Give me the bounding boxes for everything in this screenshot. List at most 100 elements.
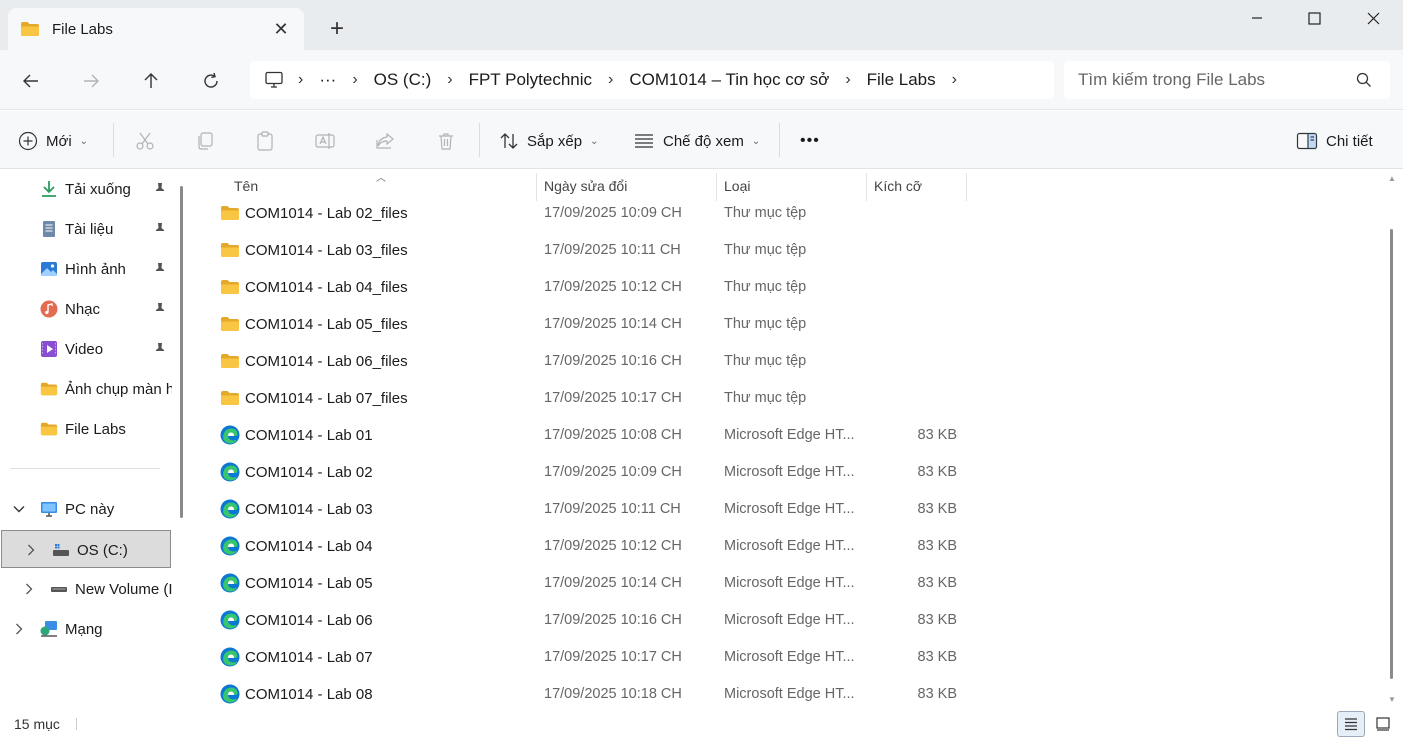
pin-icon[interactable] — [153, 262, 167, 276]
arrow-up-icon — [144, 73, 158, 88]
nav-item-network[interactable]: Mạng — [0, 610, 172, 648]
view-button[interactable]: Chế độ xem ⌄ — [633, 127, 760, 155]
pin-icon[interactable] — [153, 342, 167, 356]
scroll-up-arrow[interactable]: ▲ — [1388, 174, 1396, 183]
scroll-down-arrow[interactable]: ▼ — [1388, 695, 1396, 704]
delete-button[interactable] — [436, 127, 456, 155]
tab-file-labs[interactable]: File Labs ✕ — [8, 8, 304, 50]
file-row[interactable]: COM1014 - Lab 01 17/09/2025 10:08 CH Micro… — [192, 417, 972, 454]
back-button[interactable] — [16, 66, 46, 96]
new-tab-button[interactable]: + — [326, 17, 348, 41]
file-row[interactable]: COM1014 - Lab 02 17/09/2025 10:09 CH Micro… — [192, 454, 972, 491]
chevron-right-icon: › — [608, 71, 614, 88]
search-input[interactable] — [1078, 70, 1348, 90]
file-row[interactable]: COM1014 - Lab 03_files 17/09/2025 10:11 C… — [192, 232, 972, 269]
download-icon — [42, 181, 56, 197]
breadcrumb-fpt[interactable]: FPT Polytechnic — [461, 70, 600, 90]
search-box[interactable] — [1064, 61, 1390, 99]
nav-item-new-volume[interactable]: New Volume (I — [0, 570, 172, 608]
folder-icon — [221, 280, 239, 294]
pin-icon[interactable] — [153, 302, 167, 316]
nav-item-pictures[interactable]: Hình ảnh — [0, 250, 172, 288]
chevron-right-icon[interactable] — [24, 543, 38, 557]
command-bar: Mới ⌄ Sắp xếp ⌄ Chế độ xem ⌄ ••• Chi tiế… — [0, 111, 1403, 169]
file-row[interactable]: COM1014 - Lab 07_files 17/09/2025 10:17 C… — [192, 380, 972, 417]
divider — [113, 123, 114, 157]
folder-icon — [221, 243, 239, 257]
minimize-button[interactable] — [1228, 0, 1286, 36]
sort-button[interactable]: Sắp xếp ⌄ — [499, 127, 598, 155]
file-row[interactable]: COM1014 - Lab 06 17/09/2025 10:16 CH Micro… — [192, 602, 972, 639]
nav-item-screenshots[interactable]: Ảnh chụp màn h — [0, 370, 172, 408]
share-button[interactable] — [375, 127, 395, 155]
tab-title: File Labs — [52, 20, 113, 38]
cut-button[interactable] — [135, 127, 155, 155]
breadcrumb-drive[interactable]: OS (C:) — [366, 70, 440, 90]
chevron-right-icon[interactable]: › — [944, 71, 965, 89]
large-icons-view-button[interactable] — [1369, 711, 1397, 737]
view-label: Chế độ xem — [663, 132, 744, 150]
chevron-right-icon[interactable] — [22, 582, 36, 596]
nav-item-documents[interactable]: Tài liệu — [0, 210, 172, 248]
new-button[interactable]: Mới ⌄ — [18, 127, 88, 155]
navpane-scrollbar[interactable] — [180, 186, 183, 518]
nav-item-music[interactable]: Nhạc — [0, 290, 172, 328]
chevron-down-icon[interactable] — [12, 502, 26, 516]
file-name: COM1014 - Lab 05 — [245, 575, 373, 592]
file-type: Thư mục tệp — [724, 279, 807, 295]
copy-button[interactable] — [195, 127, 215, 155]
file-row[interactable]: COM1014 - Lab 06_files 17/09/2025 10:16 C… — [192, 343, 972, 380]
breadcrumb-more[interactable]: ··· — [311, 70, 344, 90]
pin-icon[interactable] — [153, 182, 167, 196]
divider — [779, 123, 780, 157]
nav-item-downloads[interactable]: Tải xuống — [0, 170, 172, 208]
more-options-button[interactable]: ••• — [800, 127, 820, 155]
paste-button[interactable] — [255, 127, 275, 155]
file-date: 17/09/2025 10:12 CH — [544, 538, 682, 554]
column-label: Tên — [234, 178, 259, 194]
file-size: 83 KB — [917, 427, 958, 443]
forward-button[interactable] — [76, 66, 106, 96]
tab-close-icon[interactable]: ✕ — [272, 20, 290, 38]
file-row[interactable]: COM1014 - Lab 05 17/09/2025 10:14 CH Micro… — [192, 565, 972, 602]
new-label: Mới — [46, 132, 72, 150]
file-row[interactable]: COM1014 - Lab 07 17/09/2025 10:17 CH Micro… — [192, 639, 972, 676]
file-list-scrollbar[interactable] — [1390, 229, 1393, 679]
music-icon — [40, 300, 58, 318]
folder-icon — [221, 391, 239, 405]
breadcrumb-course[interactable]: COM1014 – Tin học cơ sở — [621, 70, 837, 90]
maximize-button[interactable] — [1285, 0, 1343, 36]
up-button[interactable] — [136, 66, 166, 96]
nav-label: Nhạc — [65, 301, 101, 318]
chevron-right-icon: › — [298, 71, 304, 88]
address-bar[interactable]: › ··· › OS (C:) › FPT Polytechnic › COM1… — [250, 61, 1054, 99]
file-type: Microsoft Edge HT... — [724, 686, 855, 702]
file-row[interactable]: COM1014 - Lab 08 17/09/2025 10:18 CH Micro… — [192, 676, 972, 713]
close-button[interactable] — [1344, 0, 1402, 36]
divider — [10, 468, 160, 469]
file-row[interactable]: COM1014 - Lab 02_files 17/09/2025 10:09 C… — [192, 195, 972, 232]
network-icon — [40, 621, 57, 637]
nav-item-drive-c[interactable]: OS (C:) — [1, 530, 171, 568]
file-row[interactable]: COM1014 - Lab 03 17/09/2025 10:11 CH Micro… — [192, 491, 972, 528]
file-name: COM1014 - Lab 06 — [245, 612, 373, 629]
nav-label: New Volume (I — [75, 581, 172, 598]
file-date: 17/09/2025 10:17 CH — [544, 390, 682, 406]
nav-item-file-labs[interactable]: File Labs — [0, 410, 172, 448]
file-row[interactable]: COM1014 - Lab 05_files 17/09/2025 10:14 C… — [192, 306, 972, 343]
nav-item-this-pc[interactable]: PC này — [0, 490, 172, 528]
refresh-button[interactable] — [196, 66, 226, 96]
chevron-right-icon[interactable] — [12, 622, 26, 636]
nav-item-videos[interactable]: Video — [0, 330, 172, 368]
column-label: Kích cỡ — [874, 178, 923, 194]
file-name: COM1014 - Lab 08 — [245, 686, 373, 703]
details-view-button[interactable] — [1337, 711, 1365, 737]
file-row[interactable]: COM1014 - Lab 04_files 17/09/2025 10:12 C… — [192, 269, 972, 306]
pin-icon[interactable] — [153, 222, 167, 236]
navigation-pane: Tải xuống Tài liệu Hình ảnh Nhạc Video Ả… — [0, 169, 192, 709]
rename-button[interactable] — [315, 127, 335, 155]
search-icon — [1356, 72, 1371, 87]
details-pane-button[interactable]: Chi tiết — [1296, 127, 1373, 155]
breadcrumb-current[interactable]: File Labs — [859, 70, 944, 90]
file-row[interactable]: COM1014 - Lab 04 17/09/2025 10:12 CH Micro… — [192, 528, 972, 565]
